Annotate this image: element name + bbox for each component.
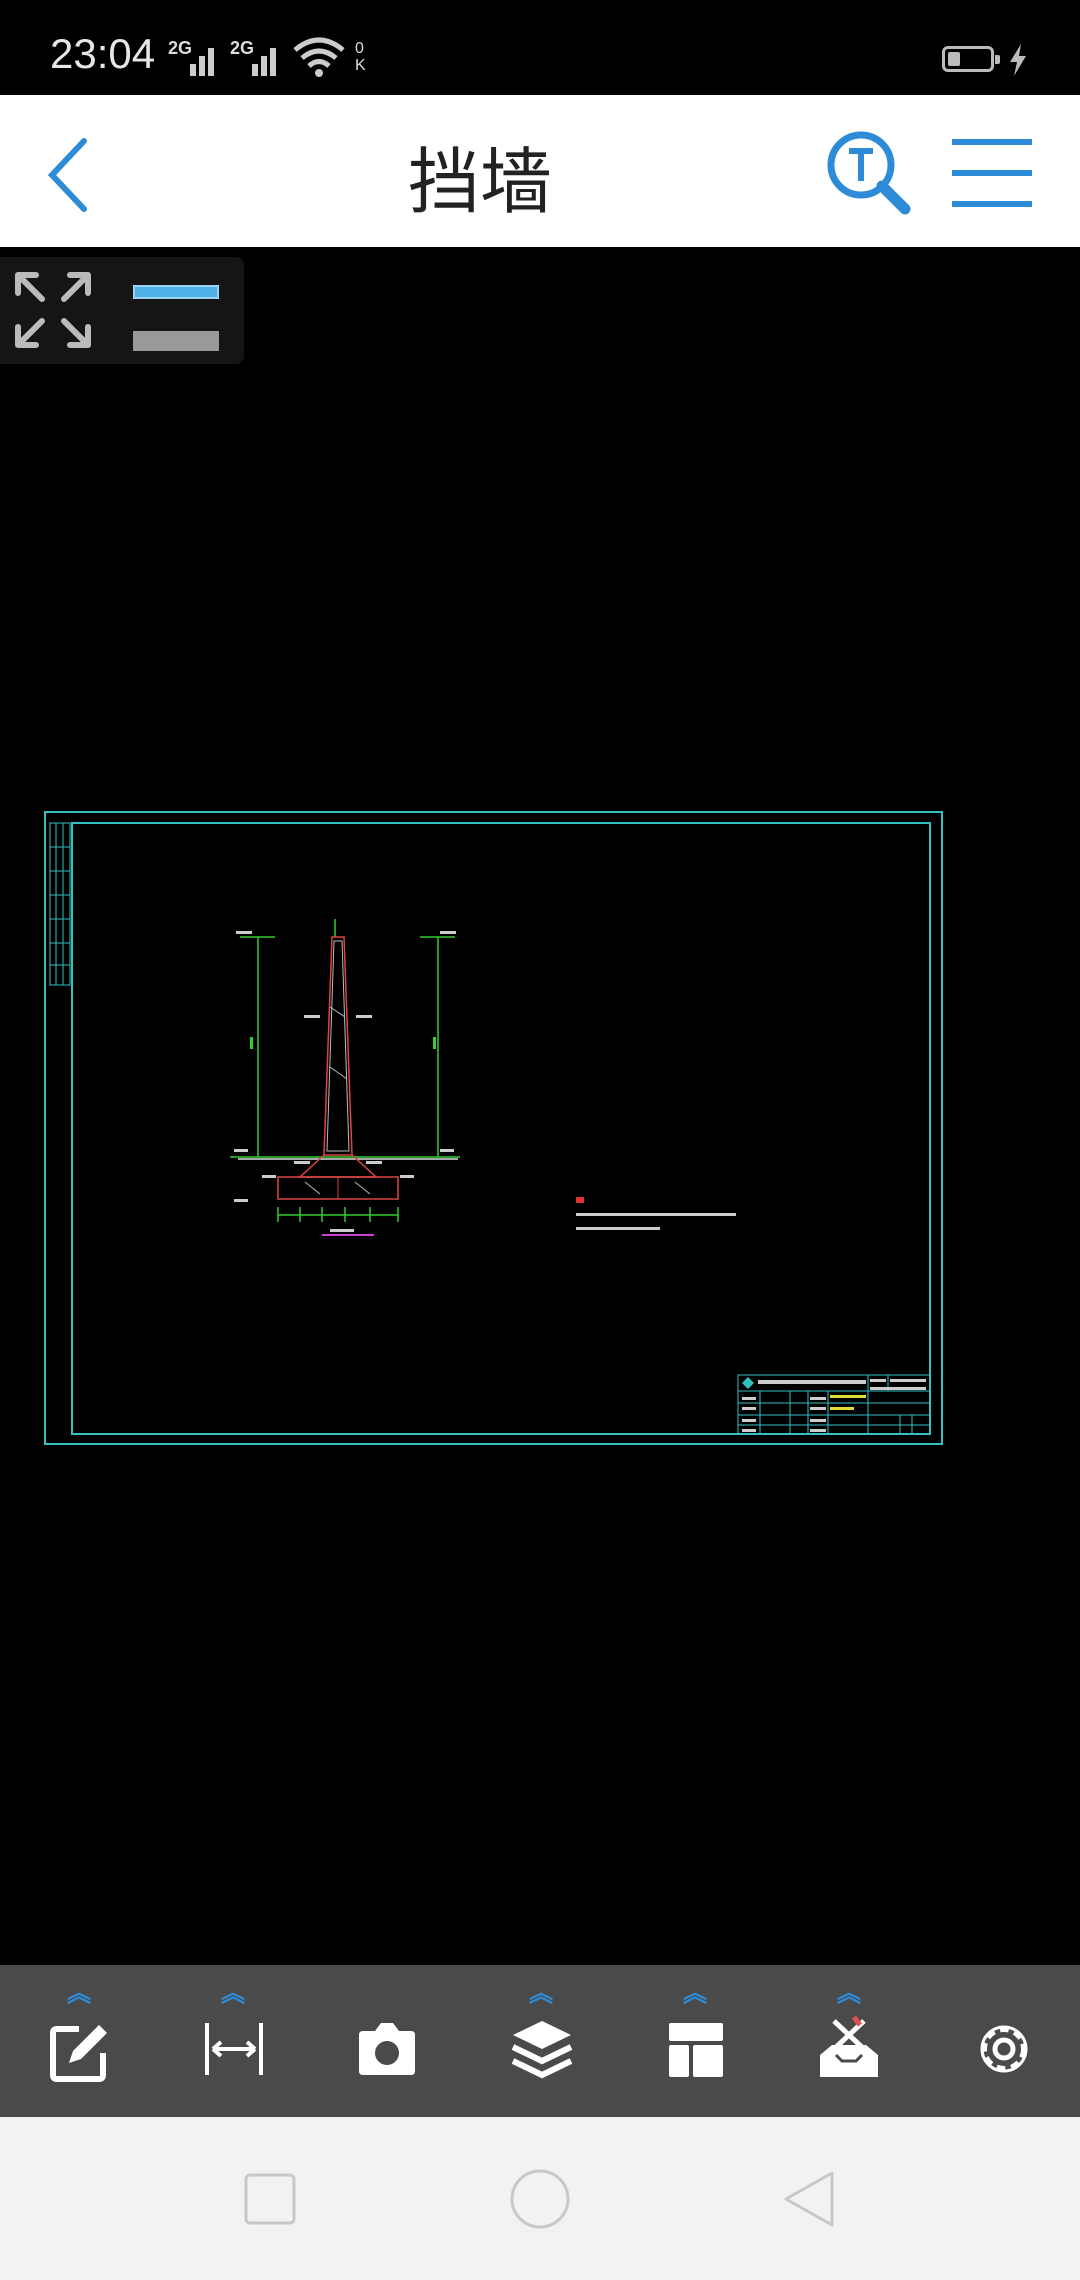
bottom-toolbar: ︽ ︽ ︽ ︽ ︽ <box>0 1965 1080 2117</box>
camera-icon <box>359 2023 415 2075</box>
chevron-up-icon: ︽ <box>837 1979 861 2007</box>
chevron-up-icon: ︽ <box>67 1979 91 2007</box>
charging-icon <box>1010 44 1026 76</box>
edit-icon <box>50 2025 107 2082</box>
layout-icon <box>669 2023 723 2077</box>
settings-icon <box>980 2025 1028 2073</box>
chevron-up-icon: ︽ <box>683 1979 707 2007</box>
layer-hidden-toggle[interactable] <box>133 331 219 351</box>
layout-tool-button[interactable]: ︽ <box>618 1965 772 2117</box>
fullscreen-icon[interactable] <box>14 271 92 349</box>
back-icon[interactable] <box>778 2167 842 2231</box>
measure-icon <box>205 2023 263 2075</box>
wifi-icon <box>293 37 345 77</box>
settings-tool-button[interactable] <box>926 1965 1080 2117</box>
cad-viewer[interactable] <box>0 247 1080 1965</box>
status-bar: 23:04 2G 2G 0 K <box>0 0 1080 95</box>
text-search-icon[interactable] <box>825 129 913 217</box>
recent-apps-icon[interactable] <box>238 2167 302 2231</box>
battery-icon <box>942 46 1000 72</box>
signal-icon: 2G <box>168 38 220 78</box>
page-title: 挡墙 <box>407 140 552 224</box>
hamburger-menu-icon[interactable] <box>950 135 1034 211</box>
retaining-wall-section <box>230 919 460 1236</box>
view-controls <box>0 257 244 364</box>
tools-tool-button[interactable]: ︽ <box>772 1965 926 2117</box>
chevron-up-icon: ︽ <box>529 1979 553 2007</box>
measure-tool-button[interactable]: ︽ <box>156 1965 310 2117</box>
clock: 23:04 <box>50 30 156 77</box>
drawing-notes <box>576 1197 736 1230</box>
layers-icon <box>511 2021 573 2079</box>
camera-tool-button[interactable] <box>310 1965 464 2117</box>
tools-icon <box>820 2015 878 2077</box>
edit-tool-button[interactable]: ︽ <box>2 1965 156 2117</box>
app-bar: 挡墙 <box>0 95 1080 247</box>
chevron-up-icon: ︽ <box>221 1979 245 2007</box>
signal-icon: 2G <box>230 38 282 78</box>
cad-drawing[interactable] <box>0 247 1080 1965</box>
layer-visible-toggle[interactable] <box>133 285 219 299</box>
system-nav-bar <box>0 2117 1080 2280</box>
home-icon[interactable] <box>508 2167 572 2231</box>
network-speed: 0 K <box>355 40 366 74</box>
layers-tool-button[interactable]: ︽ <box>464 1965 618 2117</box>
